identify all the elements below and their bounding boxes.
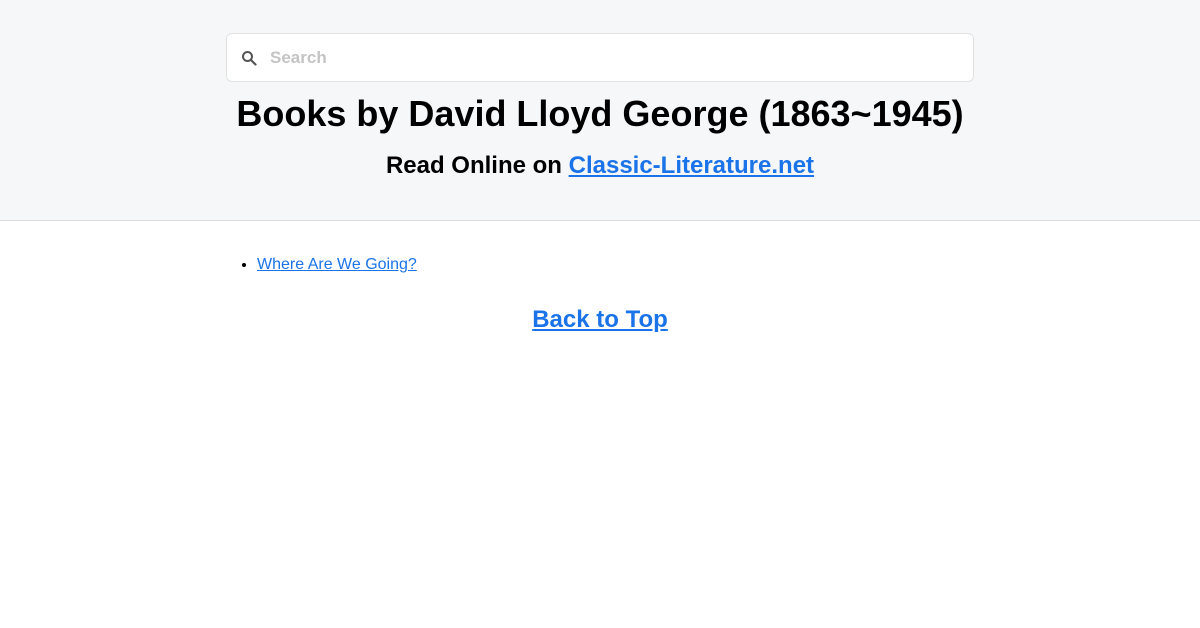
page-subtitle: Read Online on Classic-Literature.net	[0, 151, 1200, 181]
book-link[interactable]: Where Are We Going?	[257, 256, 417, 273]
back-to-top-container: Back to Top	[0, 305, 1200, 335]
search-input[interactable]	[270, 42, 950, 73]
page-header: Books by David Lloyd George (1863~1945) …	[0, 0, 1200, 221]
site-link[interactable]: Classic-Literature.net	[569, 152, 814, 179]
book-list: Where Are We Going?	[257, 255, 417, 275]
search-icon	[240, 49, 258, 67]
search-box[interactable]	[226, 33, 974, 82]
back-to-top-link[interactable]: Back to Top	[532, 306, 668, 333]
page-title: Books by David Lloyd George (1863~1945)	[236, 93, 964, 134]
list-item: Where Are We Going?	[257, 255, 417, 275]
subtitle-prefix: Read Online on	[385, 152, 569, 179]
